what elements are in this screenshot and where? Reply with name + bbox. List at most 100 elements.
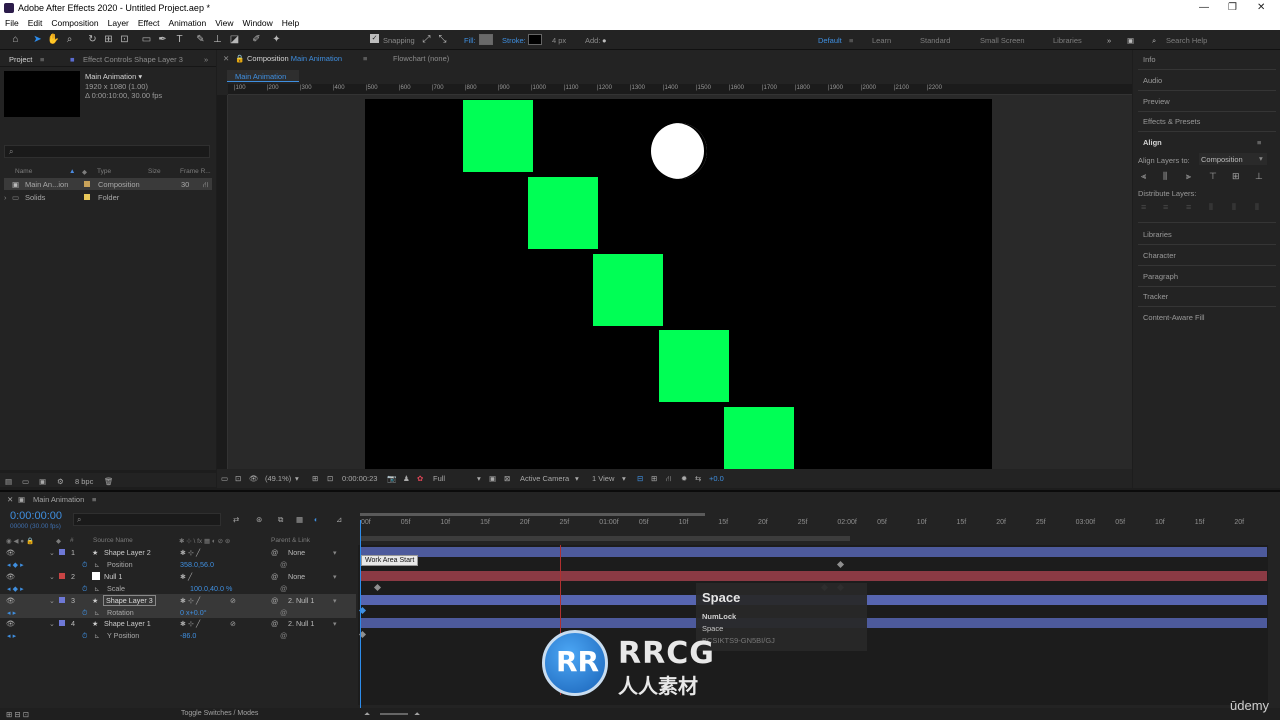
comp-info-name[interactable]: Main Animation ▾ [85, 72, 142, 81]
layer-bar-shape-layer-2[interactable] [360, 547, 1267, 557]
zoom-in-icon[interactable]: ⏶ [414, 709, 420, 719]
selection-tool-icon[interactable]: ➤ [31, 33, 44, 46]
graph-icon[interactable]: ⊾ [94, 584, 100, 593]
current-time-display[interactable]: 0:00:00:00 [10, 510, 62, 522]
tab-composition[interactable]: Composition Main Animation [247, 54, 342, 63]
pickwhip-icon[interactable]: @ [271, 572, 278, 581]
col-type[interactable]: Type [97, 168, 111, 175]
property-value[interactable]: 358.0,56.0 [180, 560, 214, 569]
chevron-down-icon[interactable]: ▾ [477, 474, 481, 483]
layer-switches-toggle-icon[interactable]: ⊞ ⊟ ⊡ [6, 710, 29, 719]
toggle-switches-modes[interactable]: Toggle Switches / Modes [181, 710, 258, 717]
panel-libraries[interactable]: Libraries [1143, 230, 1172, 239]
align-vcenter-icon[interactable]: ⊞ [1232, 171, 1242, 181]
pickwhip-icon[interactable]: @ [271, 619, 278, 628]
graph-icon[interactable]: ⊾ [94, 608, 100, 617]
visibility-eye-icon[interactable]: 👁 [6, 596, 15, 605]
chevron-down-icon[interactable]: ▾ [295, 474, 299, 483]
stopwatch-icon[interactable]: ⏱ [82, 631, 88, 641]
keyframe-nav-icon[interactable]: ◂ ◆ ▸ [7, 584, 24, 593]
property-row-position[interactable]: ◂ ◆ ▸ ⏱ ⊾ Position 358.0,56.0 @ [0, 558, 356, 570]
project-search-input[interactable]: ⌕ [4, 145, 210, 158]
timeline-tab[interactable]: Main Animation [33, 495, 84, 504]
align-right-icon[interactable]: ⫸ [1186, 171, 1196, 181]
eraser-tool-icon[interactable]: ◪ [228, 33, 241, 46]
tab-menu-icon[interactable]: ≡ [363, 54, 367, 63]
col-name[interactable]: Name [15, 168, 32, 175]
stroke-color-swatch[interactable] [528, 34, 542, 45]
label-color[interactable] [59, 549, 65, 555]
sync-icon[interactable]: ▣ [1127, 36, 1134, 45]
search-help-input[interactable]: Search Help [1166, 36, 1207, 45]
zoom-tool-icon[interactable]: ⌕ [63, 33, 76, 46]
menu-help[interactable]: Help [282, 18, 299, 28]
stroke-label[interactable]: Stroke: [502, 36, 526, 45]
time-ruler[interactable] [358, 515, 1268, 531]
rectangle-tool-icon[interactable]: ▭ [140, 33, 153, 46]
green-square-2[interactable] [528, 177, 598, 249]
workspace-small-screen[interactable]: Small Screen [980, 36, 1025, 45]
align-top-icon[interactable]: ⊤ [1209, 171, 1219, 181]
green-square-3[interactable] [593, 254, 663, 326]
playhead[interactable] [360, 520, 361, 710]
composition-mini-flowchart-icon[interactable]: ⇄ [233, 515, 239, 524]
work-area-bar[interactable] [360, 536, 850, 541]
vertical-ruler[interactable] [217, 95, 228, 469]
new-folder-icon[interactable]: ▭ [22, 477, 29, 486]
layer-switches[interactable]: ✱ ⊹ ╱ [180, 596, 200, 605]
label-color[interactable] [84, 181, 90, 187]
workspace-libraries[interactable]: Libraries [1053, 36, 1082, 45]
layer-row-shape-layer-1[interactable]: 👁 ⌄ 4 ★ Shape Layer 1 ✱ ⊹ ╱ ⊘ @ 2. Null … [0, 617, 356, 629]
graph-icon[interactable]: ⊾ [94, 631, 100, 640]
align-hcenter-icon[interactable]: ⫼ [1163, 171, 1173, 181]
puppet-pin-tool-icon[interactable]: ✦ [270, 33, 283, 46]
layer-bar-null-1[interactable] [360, 571, 1267, 581]
zoom-out-icon[interactable]: ⏶ [364, 709, 370, 719]
timeline-search-input[interactable]: ⌕ [73, 513, 221, 526]
menu-edit[interactable]: Edit [28, 18, 43, 28]
snapping-checkbox[interactable]: ✓ [370, 34, 379, 43]
vr-icon[interactable]: ⊡ [235, 474, 241, 483]
panel-content-aware-fill[interactable]: Content-Aware Fill [1143, 313, 1205, 322]
workspace-default[interactable]: Default [818, 36, 842, 45]
pen-tool-icon[interactable]: ✒ [156, 33, 169, 46]
layer-row-shape-layer-2[interactable]: 👁 ⌄ 1 ★ Shape Layer 2 ✱ ⊹ ╱ @ None ▾ [0, 546, 356, 558]
add-circle-icon[interactable]: ● [602, 36, 607, 45]
align-left-icon[interactable]: ⫷ [1141, 171, 1151, 181]
channel-icon[interactable]: ✿ [417, 474, 423, 483]
home-icon[interactable]: ⌂ [9, 33, 22, 46]
transparency-grid-icon[interactable]: ⊠ [504, 474, 510, 483]
green-square-5[interactable] [724, 407, 794, 469]
flowchart-icon[interactable]: ⛙ [203, 180, 208, 190]
more-workspaces-icon[interactable]: » [1107, 36, 1111, 45]
property-value[interactable]: -86.0 [180, 631, 196, 640]
property-value[interactable]: 0 x+0.0° [180, 608, 207, 617]
expand-arrow-icon[interactable]: › [4, 193, 7, 202]
project-item-main-animation[interactable]: ▣ Main An...ion Composition 30 ⛙ [4, 178, 212, 190]
workspace-standard[interactable]: Standard [920, 36, 950, 45]
composition-frame[interactable] [365, 99, 992, 469]
panel-effects-presets[interactable]: Effects & Presets [1143, 117, 1200, 126]
tab-menu-icon[interactable]: ≡ [40, 55, 44, 64]
property-row-scale[interactable]: ◂ ◆ ▸ ⏱ ⊾ Scale 100.0,40.0 % @ [0, 582, 356, 594]
parent-select[interactable]: None [288, 572, 305, 581]
bit-depth-button[interactable]: 8 bpc [75, 477, 93, 486]
motion-blur-icon[interactable]: ◐ [314, 515, 319, 524]
chevron-down-icon[interactable]: ▾ [333, 572, 337, 581]
panel-paragraph[interactable]: Paragraph [1143, 272, 1178, 281]
parent-select[interactable]: 2. Null 1 [288, 619, 314, 628]
layer-switches[interactable]: ✱ ⊹ ╱ [180, 619, 200, 628]
add-label[interactable]: Add: [585, 36, 600, 45]
workspace-learn[interactable]: Learn [872, 36, 891, 45]
parent-select[interactable]: None [288, 548, 305, 557]
show-snapshot-icon[interactable]: ♟ [403, 474, 410, 483]
keyframe-nav-icon[interactable]: ◂ ◆ ▸ [7, 560, 24, 569]
col-size[interactable]: Size [148, 168, 161, 175]
toggle-mask-icon[interactable]: 👁 [249, 474, 259, 483]
expand-arrow-icon[interactable]: ⌄ [49, 619, 55, 628]
keyframe-nav-icon[interactable]: ◂ ▸ [7, 631, 16, 640]
menu-animation[interactable]: Animation [168, 18, 206, 28]
zoom-slider[interactable] [380, 713, 408, 715]
region-icon[interactable]: ⊡ [327, 474, 333, 483]
horizontal-ruler[interactable]: |100 |200 |300 |400 |500 |600 |700 |800 … [228, 84, 1132, 95]
